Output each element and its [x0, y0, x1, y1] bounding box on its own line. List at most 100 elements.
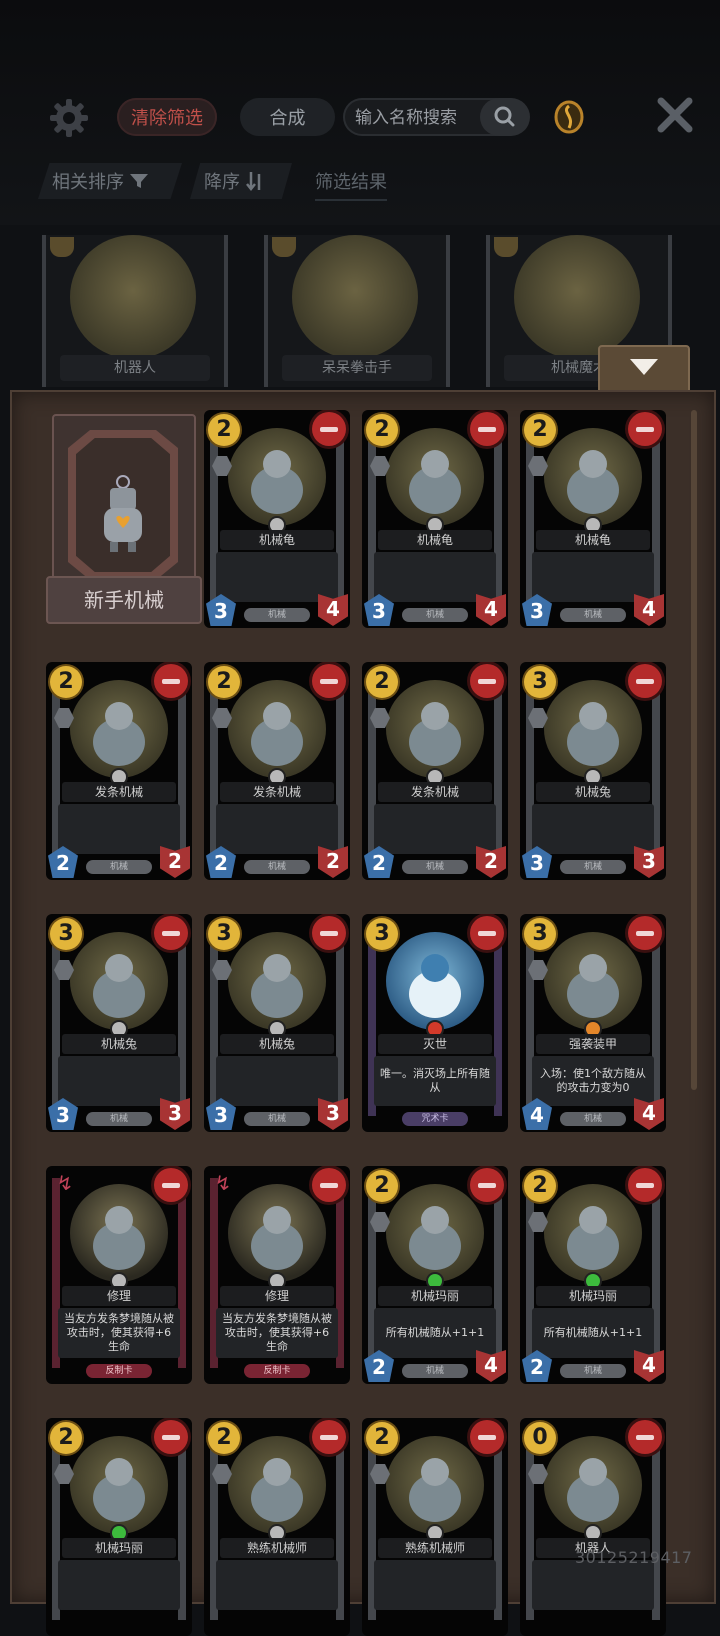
card-art — [228, 1184, 326, 1282]
search-input[interactable] — [353, 104, 477, 132]
cost-badge: 3 — [524, 666, 556, 698]
remove-card-button[interactable] — [628, 412, 662, 446]
remove-card-button[interactable] — [470, 1420, 504, 1454]
cost-badge: 2 — [208, 414, 240, 446]
collection-card[interactable]: 机器人 — [42, 235, 228, 387]
deck-card[interactable]: 3 强袭装甲 入场：使1个敌方随从的攻击力变为0 机械 4 4 — [520, 914, 666, 1132]
card-description: 所有机械随从+1+1 — [374, 1308, 496, 1358]
remove-card-button[interactable] — [628, 1420, 662, 1454]
card-name: 灭世 — [378, 1034, 492, 1054]
remove-card-button[interactable] — [312, 412, 346, 446]
remove-card-button[interactable] — [154, 1420, 188, 1454]
card-portrait-icon — [93, 954, 145, 1018]
card-name: 强袭装甲 — [536, 1034, 650, 1054]
health-badge: 3 — [160, 1098, 190, 1130]
relevance-sort-button[interactable]: 相关排序 — [38, 163, 182, 199]
top-bar: 清除筛选 合成 相关排序 降序 筛选结果 — [0, 0, 720, 225]
search-button[interactable] — [480, 98, 530, 136]
deck-card[interactable]: 2 机械龟 机械 3 4 — [204, 410, 350, 628]
card-portrait-icon — [251, 1458, 303, 1522]
cost-badge — [494, 237, 518, 257]
deck-card[interactable]: 3 机械兔 机械 3 3 — [204, 914, 350, 1132]
card-description-text: 当友方发条梦境随从被攻击时，使其获得+6生命 — [64, 1312, 174, 1353]
remove-card-button[interactable] — [470, 664, 504, 698]
deck-card[interactable]: 3 机械兔 机械 3 3 — [46, 914, 192, 1132]
deck-card[interactable]: 2 发条机械 机械 2 2 — [362, 662, 508, 880]
collapse-deck-button[interactable] — [598, 345, 690, 393]
deck-card[interactable]: 2 熟练机械师 — [204, 1418, 350, 1636]
merge-button[interactable]: 合成 — [240, 98, 335, 136]
deck-card[interactable]: 2 机械玛丽 所有机械随从+1+1 机械 2 4 — [520, 1166, 666, 1384]
card-art — [70, 932, 168, 1030]
card-art — [544, 1436, 642, 1534]
deck-card[interactable]: 2 发条机械 机械 2 2 — [46, 662, 192, 880]
remove-card-button[interactable] — [154, 664, 188, 698]
card-name: 发条机械 — [220, 782, 334, 802]
card-type-tag: 机械 — [560, 860, 626, 874]
deck-card[interactable]: ↯ 修理 当友方发条梦境随从被攻击时，使其获得+6生命 反制卡 — [46, 1166, 192, 1384]
remove-card-button[interactable] — [470, 916, 504, 950]
remove-card-button[interactable] — [312, 1168, 346, 1202]
card-portrait-icon — [93, 702, 145, 766]
card-portrait-icon — [409, 1206, 461, 1270]
close-icon[interactable] — [655, 95, 695, 135]
remove-card-button[interactable] — [628, 916, 662, 950]
card-portrait-icon — [251, 954, 303, 1018]
remove-card-button[interactable] — [312, 916, 346, 950]
card-description-text: 当友方发条梦境随从被攻击时，使其获得+6生命 — [222, 1312, 332, 1353]
remove-card-button[interactable] — [470, 412, 504, 446]
gear-icon[interactable] — [48, 97, 90, 139]
cost-badge: 2 — [366, 1170, 398, 1202]
deck-card[interactable]: 3 灭世 唯一。消灭场上所有随从 咒术卡 — [362, 914, 508, 1132]
health-badge: 3 — [318, 1098, 348, 1130]
clear-filter-button[interactable]: 清除筛选 — [117, 98, 217, 136]
card-description: 唯一。消灭场上所有随从 — [374, 1056, 496, 1106]
cost-badge: 2 — [208, 1422, 240, 1454]
card-art — [70, 1184, 168, 1282]
remove-card-button[interactable] — [154, 1168, 188, 1202]
coin-icon[interactable] — [553, 100, 585, 134]
card-name: 发条机械 — [62, 782, 176, 802]
card-portrait — [514, 235, 640, 359]
hero-card[interactable]: 新手机械 — [46, 414, 202, 624]
card-type-tag: 机械 — [244, 1112, 310, 1126]
card-name: 修理 — [62, 1286, 176, 1306]
deck-card[interactable]: 0 机器人 — [520, 1418, 666, 1636]
remove-card-button[interactable] — [470, 1168, 504, 1202]
deck-scrollbar[interactable] — [691, 410, 697, 1090]
remove-card-button[interactable] — [154, 916, 188, 950]
card-name: 呆呆拳击手 — [282, 355, 432, 381]
card-description: 当友方发条梦境随从被攻击时，使其获得+6生命 — [58, 1308, 180, 1358]
counter-mark-icon: ↯ — [214, 1171, 232, 1195]
cost-badge — [272, 237, 296, 257]
card-description — [216, 552, 338, 602]
deck-card[interactable]: 2 发条机械 机械 2 2 — [204, 662, 350, 880]
card-art — [228, 932, 326, 1030]
remove-card-button[interactable] — [628, 1168, 662, 1202]
remove-card-button[interactable] — [312, 1420, 346, 1454]
deck-card[interactable]: 2 机械龟 机械 3 4 — [520, 410, 666, 628]
collapse-arrow-icon — [630, 359, 658, 375]
card-type-tag: 机械 — [402, 608, 468, 622]
remove-card-button[interactable] — [312, 664, 346, 698]
robot-portrait-icon — [104, 475, 142, 552]
card-type-tag: 机械 — [402, 860, 468, 874]
cost-badge: 2 — [50, 1422, 82, 1454]
deck-card[interactable]: 2 机械龟 机械 3 4 — [362, 410, 508, 628]
card-name: 修理 — [220, 1286, 334, 1306]
card-description — [216, 1560, 338, 1610]
card-name: 机械兔 — [62, 1034, 176, 1054]
deck-card[interactable]: 2 机械玛丽 — [46, 1418, 192, 1636]
card-type-tag: 机械 — [86, 860, 152, 874]
card-art — [70, 680, 168, 778]
collection-card[interactable]: 呆呆拳击手 — [264, 235, 450, 387]
search-icon — [494, 106, 515, 127]
deck-card[interactable]: ↯ 修理 当友方发条梦境随从被攻击时，使其获得+6生命 反制卡 — [204, 1166, 350, 1384]
deck-card[interactable]: 3 机械兔 机械 3 3 — [520, 662, 666, 880]
deck-card[interactable]: 2 机械玛丽 所有机械随从+1+1 机械 2 4 — [362, 1166, 508, 1384]
card-name: 熟练机械师 — [378, 1538, 492, 1558]
deck-card[interactable]: 2 熟练机械师 — [362, 1418, 508, 1636]
descending-sort-button[interactable]: 降序 — [190, 163, 292, 199]
card-description — [58, 1056, 180, 1106]
remove-card-button[interactable] — [628, 664, 662, 698]
